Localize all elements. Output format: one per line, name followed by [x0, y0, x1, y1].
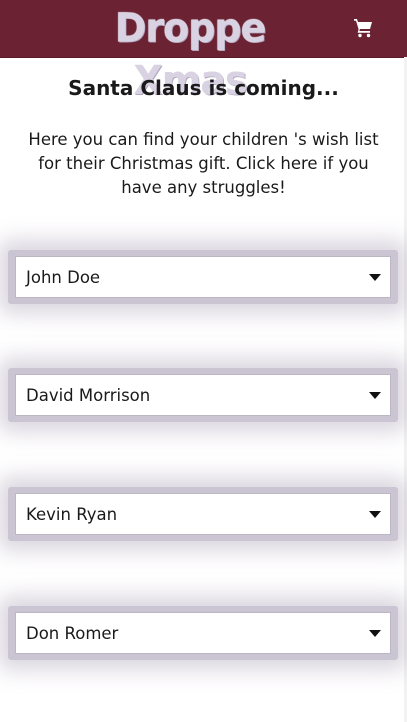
child-card: John Doe	[8, 250, 398, 304]
cart-button[interactable]	[352, 16, 376, 40]
child-dropdown[interactable]: David Morrison	[15, 374, 391, 416]
page: Droppe Xmas Santa Claus is coming... Her…	[0, 0, 407, 722]
chevron-down-icon	[369, 392, 381, 399]
shopping-cart-icon	[354, 19, 372, 38]
chevron-down-icon	[369, 630, 381, 637]
child-name: John Doe	[26, 268, 101, 287]
child-dropdown[interactable]: Kevin Ryan	[15, 493, 391, 535]
child-card: Kevin Ryan	[8, 487, 398, 541]
child-name: David Morrison	[26, 386, 151, 405]
child-card: David Morrison	[8, 368, 398, 422]
child-dropdown[interactable]: John Doe	[15, 256, 391, 298]
intro-text[interactable]: Here you can find your children 's wish …	[18, 128, 389, 200]
child-dropdown[interactable]: Don Romer	[15, 612, 391, 654]
brand-logo[interactable]: Droppe Xmas	[70, 2, 310, 104]
app-header: Droppe Xmas	[0, 0, 407, 104]
page-title: Santa Claus is coming...	[68, 76, 339, 100]
chevron-down-icon	[369, 511, 381, 518]
child-name: Don Romer	[26, 624, 119, 643]
chevron-down-icon	[369, 274, 381, 281]
child-name: Kevin Ryan	[26, 505, 118, 524]
child-card: Don Romer	[8, 606, 398, 660]
